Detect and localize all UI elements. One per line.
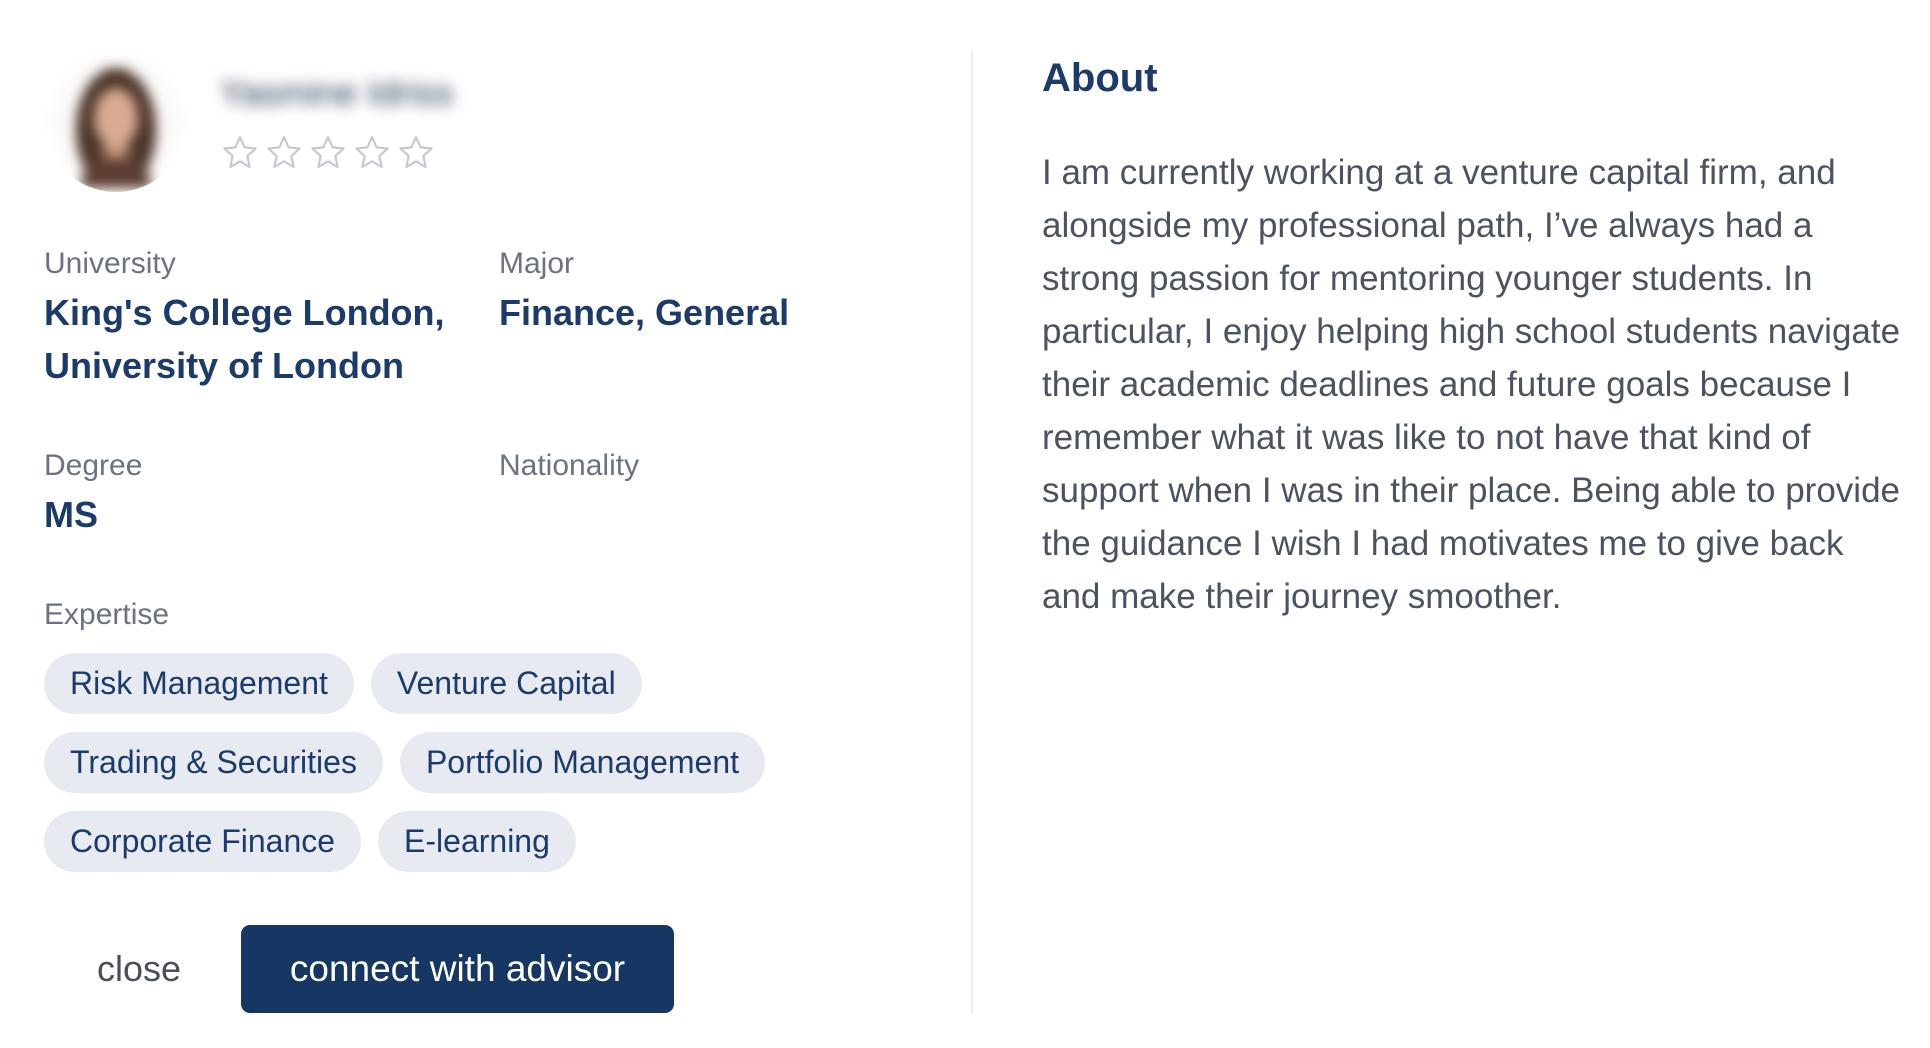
column-divider — [971, 50, 973, 1013]
star-outline-icon — [267, 136, 301, 169]
advisor-profile-modal: Yasmine Idriss University King's College… — [0, 0, 1930, 1048]
expertise-tags: Risk Management Venture Capital Trading … — [44, 653, 864, 890]
expertise-label: Expertise — [44, 598, 170, 631]
expertise-tag: Risk Management — [44, 653, 354, 714]
tag-row: Trading & Securities Portfolio Managemen… — [44, 732, 864, 793]
major-label: Major — [499, 247, 575, 280]
expertise-tag: Portfolio Management — [399, 732, 765, 793]
profile-column: Yasmine Idriss University King's College… — [44, 0, 944, 1048]
profile-photo — [76, 68, 156, 188]
tag-row: Corporate Finance E-learning — [44, 811, 864, 872]
major-value: Finance, General — [499, 292, 790, 333]
star-outline-icon — [399, 136, 433, 169]
star-outline-icon — [223, 136, 257, 169]
star-rating — [220, 133, 436, 173]
avatar — [44, 48, 188, 192]
expertise-tag: E-learning — [378, 811, 576, 872]
nationality-label: Nationality — [499, 449, 640, 482]
degree-value: MS — [44, 494, 98, 535]
about-text: I am currently working at a venture capi… — [1042, 153, 1901, 616]
degree-label: Degree — [44, 449, 143, 482]
about-heading: About — [1042, 56, 1158, 100]
university-label: University — [44, 247, 176, 280]
star-outline-icon — [311, 136, 345, 169]
university-value: King's College London, University of Lon… — [44, 292, 445, 386]
tag-row: Risk Management Venture Capital — [44, 653, 864, 714]
star-outline-icon — [355, 136, 389, 169]
expertise-tag: Venture Capital — [370, 653, 642, 714]
expertise-tag: Trading & Securities — [44, 732, 383, 793]
close-button[interactable]: close — [44, 925, 234, 1013]
advisor-name: Yasmine Idriss — [220, 72, 454, 113]
expertise-tag: Corporate Finance — [44, 811, 362, 872]
connect-with-advisor-button[interactable]: connect with advisor — [241, 925, 674, 1013]
